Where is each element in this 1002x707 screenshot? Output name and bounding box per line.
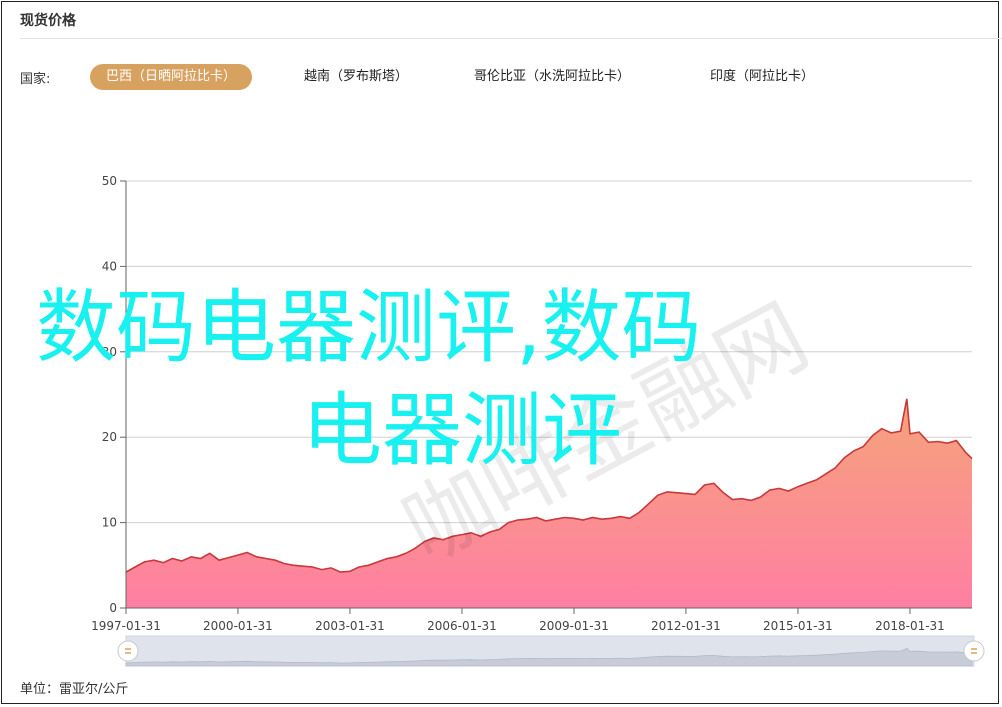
handle-knob	[963, 640, 985, 662]
price-area	[126, 398, 972, 608]
y-tick-label: 0	[109, 601, 117, 615]
x-tick-label: 2018-01-31	[875, 619, 945, 633]
y-tick-label: 30	[102, 345, 117, 359]
x-tick-label: 1997-01-31	[91, 619, 161, 633]
y-tick-label: 20	[102, 430, 117, 444]
x-tick-label: 2006-01-31	[427, 619, 497, 633]
x-tick-label: 2003-01-31	[315, 619, 385, 633]
range-handle-left[interactable]	[117, 640, 139, 662]
price-chart: 0 10 20 30 40 50 1997-01-31 2000-01-31 2003-01-3…	[91, 174, 985, 667]
x-tick-label: 2009-01-31	[539, 619, 609, 633]
handle-knob	[117, 640, 139, 662]
y-tick-label: 40	[102, 259, 117, 273]
y-tick-label: 10	[102, 516, 117, 530]
y-tick-label: 50	[102, 174, 117, 188]
range-handle-right[interactable]	[963, 640, 985, 662]
x-tick-label: 2012-01-31	[651, 619, 721, 633]
unit-label: 单位：雷亚尔/公斤	[20, 682, 129, 697]
x-tick-label: 2015-01-31	[763, 619, 833, 633]
x-tick-label: 2000-01-31	[203, 619, 273, 633]
